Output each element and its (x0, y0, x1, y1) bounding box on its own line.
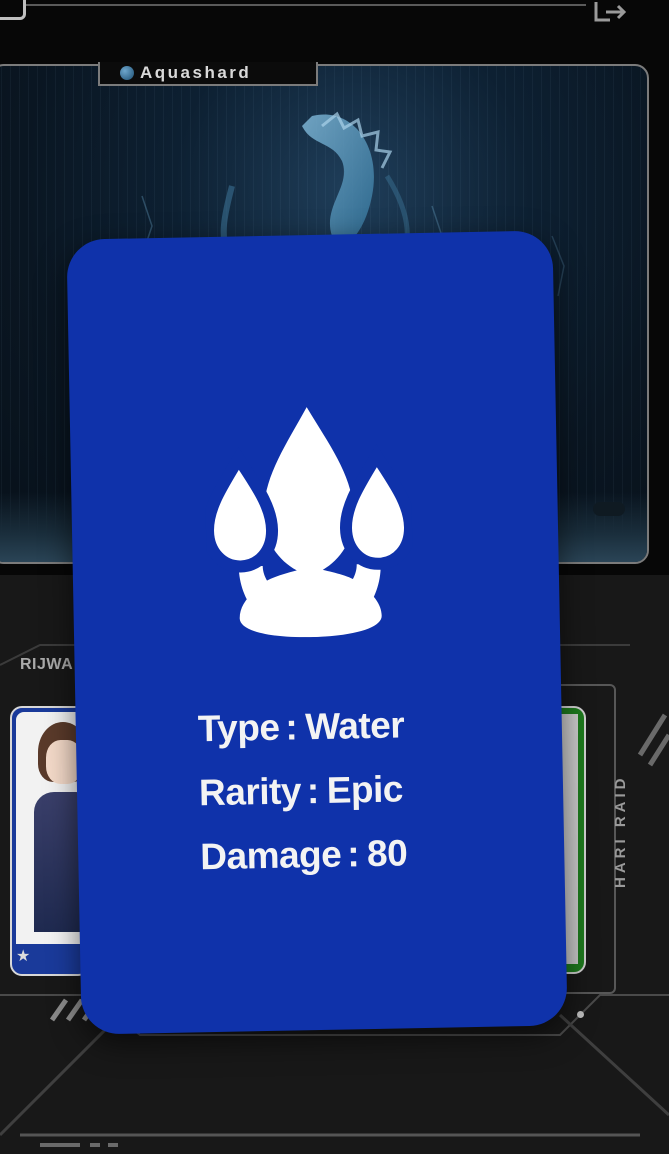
card-name-tab: Aquashard (98, 62, 318, 86)
card-name: Aquashard (140, 63, 252, 82)
opponent-name-label: HARI RAID (612, 774, 629, 889)
stat-type: Type: Water (197, 704, 405, 750)
exit-icon[interactable] (592, 0, 634, 26)
stat-damage-label: Damage (199, 833, 342, 878)
top-bar (0, 0, 669, 30)
element-card[interactable]: Type: Water Rarity: Epic Damage:80 (66, 230, 568, 1035)
stat-type-value: Water (304, 704, 405, 748)
top-rail-divider (26, 4, 586, 10)
card-stats: Type: Water Rarity: Epic Damage:80 (197, 693, 408, 889)
stat-rarity: Rarity: Epic (198, 768, 404, 814)
star-icon: ★ (16, 948, 31, 965)
stat-rarity-label: Rarity (198, 770, 302, 814)
status-dot (577, 1011, 584, 1018)
water-drops-icon (203, 407, 415, 638)
water-orb-icon (120, 66, 134, 80)
back-button[interactable] (0, 0, 26, 20)
stat-damage-value: 80 (366, 832, 408, 875)
stat-type-label: Type (197, 706, 280, 750)
stat-rarity-value: Epic (326, 768, 404, 811)
hero-indicator (593, 502, 625, 516)
player-name-label: RIJWA (20, 656, 74, 673)
stat-damage: Damage:80 (199, 832, 408, 878)
